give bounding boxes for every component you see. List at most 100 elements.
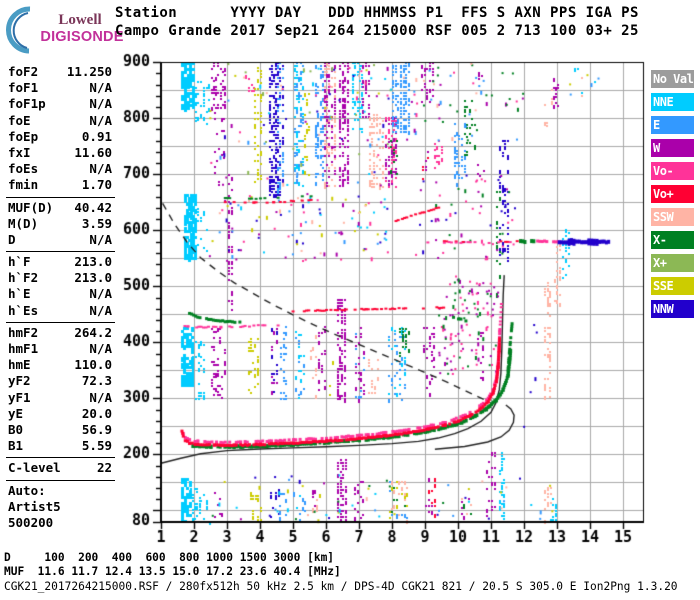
param-value: 3.59 xyxy=(81,215,112,231)
param-value: N/A xyxy=(89,96,112,112)
param-label: hmE xyxy=(8,357,31,373)
auto-status-line: Auto: xyxy=(8,482,46,498)
legend-item-ssw: SSW xyxy=(651,208,694,226)
param-row: fxI 11.60 xyxy=(8,145,112,161)
param-label: h`E xyxy=(8,286,31,302)
legend-item-e: E xyxy=(651,116,694,134)
param-row: yE 20.0 xyxy=(8,406,112,422)
param-label: foEs xyxy=(8,161,39,177)
param-label: yF1 xyxy=(8,389,31,405)
param-label: foE xyxy=(8,112,31,128)
param-row: M(D) 3.59 xyxy=(8,216,112,232)
header-text: Station YYYY DAY DDD HHMMSS P1 FFS S AXN… xyxy=(115,5,639,40)
param-label: foF1p xyxy=(8,96,46,112)
param-row: foF2 11.250 xyxy=(8,64,112,80)
param-value: N/A xyxy=(89,341,112,356)
logo-text-lowell: Lowell xyxy=(58,12,102,28)
legend-item-nnw: NNW xyxy=(651,300,694,318)
param-label: D xyxy=(8,231,16,247)
param-row: yF2 72.3 xyxy=(8,373,112,389)
param-value: N/A xyxy=(89,161,112,177)
file-info-line: CGK21_2017264215000.RSF / 280fx512h 50 k… xyxy=(4,580,678,593)
param-row: foE N/A xyxy=(8,113,112,129)
param-row: foF1 N/A xyxy=(8,80,112,96)
param-label: fxI xyxy=(8,144,31,160)
legend-item-w: W xyxy=(651,139,694,157)
param-value: 264.2 xyxy=(74,324,112,340)
param-label: MUF(D) xyxy=(8,199,54,215)
legend-item-noval: No Val xyxy=(651,70,694,88)
legend-item-x-: X- xyxy=(651,231,694,249)
param-row: hmE 110.0 xyxy=(8,357,112,373)
param-value: 22 xyxy=(96,460,112,476)
panel-separator xyxy=(6,248,115,254)
parameter-panel: foF2 11.250 foF1 N/A foF1p N/A foE N/A foEp 0.91 f… xyxy=(6,64,115,531)
param-label: B0 xyxy=(8,421,24,437)
param-row: h`Es N/A xyxy=(8,303,112,319)
param-row: B1 5.59 xyxy=(8,438,112,454)
param-row: foEs N/A xyxy=(8,161,112,177)
legend-item-x+: X+ xyxy=(651,254,694,272)
d-row: D 100 200 400 600 800 1000 1500 3000 [km… xyxy=(4,551,335,564)
legend-item-nne: NNE xyxy=(651,93,694,111)
legend-item-vo+: Vo+ xyxy=(651,185,694,203)
param-value: 110.0 xyxy=(74,357,112,373)
param-row: h`E N/A xyxy=(8,286,112,302)
param-value: 11.250 xyxy=(66,64,112,79)
legend-item-vo-: Vo- xyxy=(651,162,694,180)
auto-status-line: Artist5 xyxy=(8,498,61,514)
auto-status-line: 500200 xyxy=(8,514,54,530)
param-row: B0 56.9 xyxy=(8,422,112,438)
param-value: N/A xyxy=(89,302,112,318)
param-value: N/A xyxy=(89,286,112,302)
param-value: N/A xyxy=(89,112,112,128)
param-value: 0.91 xyxy=(81,128,112,144)
param-value: 213.0 xyxy=(74,270,112,286)
param-row: h`F2 213.0 xyxy=(8,270,112,286)
lowell-digisonde-logo: Lowell DIGISONDE xyxy=(6,4,131,54)
param-row: hmF2 264.2 xyxy=(8,325,112,341)
param-value: 20.0 xyxy=(81,405,112,421)
param-value: 56.9 xyxy=(81,421,112,437)
header-line2: Campo Grande 2017 Sep21 264 215000 RSF 0… xyxy=(115,22,639,39)
param-value: 72.3 xyxy=(81,373,112,389)
param-label: foF1 xyxy=(8,80,39,96)
param-row: yF1 N/A xyxy=(8,390,112,406)
param-row: MUF(D) 40.42 xyxy=(8,200,112,216)
param-label: C-level xyxy=(8,460,61,476)
param-value: N/A xyxy=(89,389,112,405)
param-value: N/A xyxy=(89,231,112,247)
param-row: foEp 0.91 xyxy=(8,129,112,145)
param-label: M(D) xyxy=(8,215,39,231)
direction-legend: No Val NNE E W Vo- Vo+ SSW X- X+ SSE NNW xyxy=(651,70,695,323)
param-value: 1.70 xyxy=(81,177,112,193)
param-value: N/A xyxy=(89,80,112,96)
param-value: 5.59 xyxy=(81,438,112,454)
param-row: C-level 22 xyxy=(8,460,112,476)
panel-separator xyxy=(6,454,115,460)
legend-item-sse: SSE xyxy=(651,277,694,295)
param-label: hmF1 xyxy=(8,341,39,356)
param-value: 213.0 xyxy=(74,254,112,270)
panel-separator xyxy=(6,194,115,200)
param-label: yF2 xyxy=(8,373,31,389)
param-label: B1 xyxy=(8,438,24,454)
muf-row: MUF 11.6 11.7 12.4 13.5 15.0 17.2 23.6 4… xyxy=(4,565,341,578)
param-label: h`F xyxy=(8,254,31,270)
param-label: fmin xyxy=(8,177,39,193)
param-row: foF1p N/A xyxy=(8,96,112,112)
panel-separator xyxy=(6,319,115,325)
param-value: 40.42 xyxy=(74,199,112,215)
param-row: D N/A xyxy=(8,232,112,248)
param-row: fmin 1.70 xyxy=(8,177,112,193)
param-label: hmF2 xyxy=(8,324,39,340)
param-label: yE xyxy=(8,405,24,421)
muf-table: D 100 200 400 600 800 1000 1500 3000 [km… xyxy=(4,551,341,579)
param-label: h`Es xyxy=(8,302,39,318)
panel-separator xyxy=(6,477,115,483)
param-label: foEp xyxy=(8,128,39,144)
param-label: foF2 xyxy=(8,64,39,79)
header-line1: Station YYYY DAY DDD HHMMSS P1 FFS S AXN… xyxy=(115,5,639,21)
param-value: 11.60 xyxy=(74,144,112,160)
param-row: hmF1 N/A xyxy=(8,341,112,357)
